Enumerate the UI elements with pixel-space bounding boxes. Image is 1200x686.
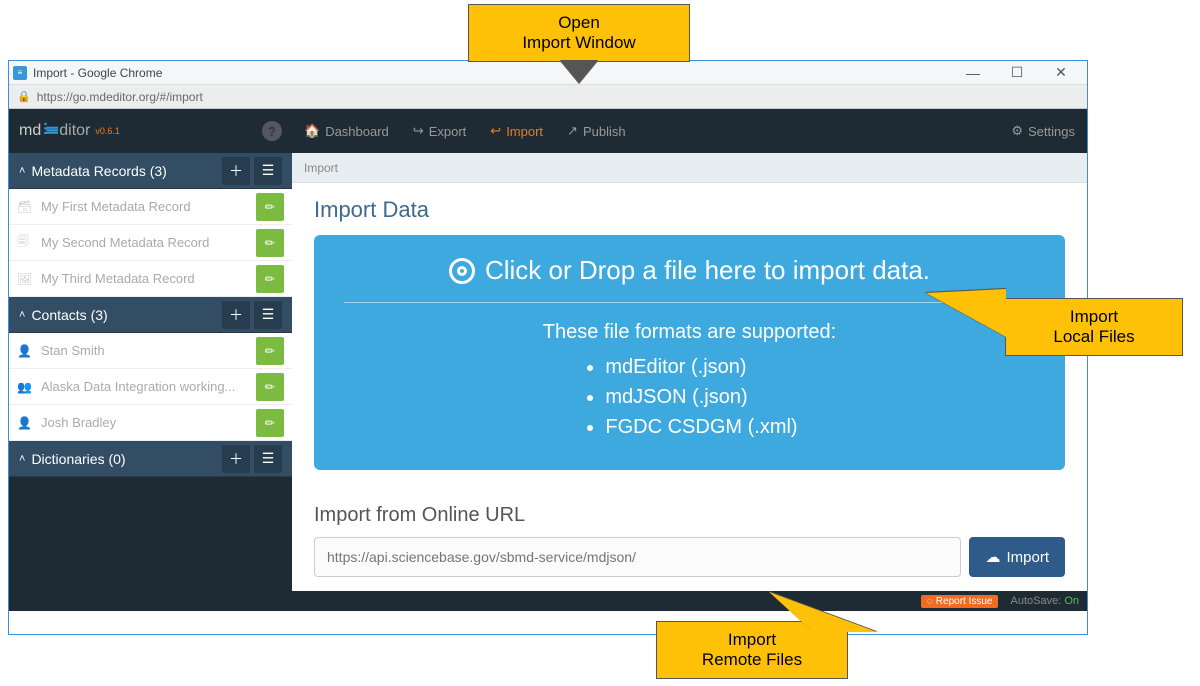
list-item[interactable]: 👤 Josh Bradley ✎ [9,405,292,441]
address-bar[interactable]: 🔒 https://go.mdeditor.org/#/import [9,85,1087,109]
users-icon: 👥 [17,380,35,394]
url-import-title: Import from Online URL [314,504,1065,527]
report-issue-button[interactable]: ◌ Report Issue [921,595,999,608]
page-title: Import Data [314,197,1065,223]
gear-icon: ⚙ [1011,123,1023,139]
list-item[interactable]: 👤 Stan Smith ✎ [9,333,292,369]
edit-button[interactable]: ✎ [256,373,284,401]
main-content: Import Import Data Click or Drop a file … [292,153,1087,591]
edit-button[interactable]: ✎ [256,229,284,257]
list-item[interactable]: 🗐 My Second Metadata Record ✎ [9,225,292,261]
import-url-button[interactable]: ☁ Import [969,537,1065,577]
lock-icon: 🔒 [17,90,31,103]
import-icon: ↩ [490,123,501,139]
url-input[interactable] [314,537,961,577]
top-nav: 🏠 Dashboard ↪ Export ↩ Import ↗ Publish [292,109,1087,153]
list-button[interactable]: ☰ [254,445,282,473]
list-button[interactable]: ☰ [254,157,282,185]
target-icon [449,258,475,284]
url-text: https://go.mdeditor.org/#/import [37,90,203,104]
edit-button[interactable]: ✎ [256,409,284,437]
logo-icon: ⫶☰ [43,122,57,140]
format-item: FGDC CSDGM (.xml) [605,412,797,442]
callout-text: Import Remote Files [673,630,831,670]
nav-export[interactable]: ↪ Export [413,123,466,139]
list-item[interactable]: 🗃 My First Metadata Record ✎ [9,189,292,225]
nav-settings[interactable]: ⚙ Settings [1011,123,1075,139]
sidebar-section-contacts[interactable]: ˄ Contacts (3) ＋ ☰ [9,297,292,333]
footer-bar: ◌ Report Issue AutoSave: On [9,591,1087,611]
dropzone-headline: Click or Drop a file here to import data… [485,255,930,286]
help-icon[interactable]: ? [262,121,282,141]
autosave-status: AutoSave: On [1010,595,1079,607]
database-icon: 🗃 [17,200,35,214]
user-icon: 👤 [17,416,35,430]
dashboard-icon: 🏠 [304,123,320,139]
list-item[interactable]: 🖼 My Third Metadata Record ✎ [9,261,292,297]
callout-open-import: Open Import Window [468,4,690,62]
format-list: mdEditor (.json) mdJSON (.json) FGDC CSD… [581,352,797,442]
sidebar-section-metadata[interactable]: ˄ Metadata Records (3) ＋ ☰ [9,153,292,189]
add-button[interactable]: ＋ [222,301,250,329]
callout-arrow [926,289,1006,337]
window-title: Import - Google Chrome [33,66,162,80]
edit-button[interactable]: ✎ [256,337,284,365]
browser-window: ≡ Import - Google Chrome — ☐ ✕ 🔒 https:/… [8,60,1088,635]
copy-icon: 🗐 [17,232,35,253]
chevron-up-icon: ˄ [19,309,25,321]
sidebar: ˄ Metadata Records (3) ＋ ☰ 🗃 My First Me… [9,153,292,591]
cloud-download-icon: ☁ [985,548,1000,566]
publish-icon: ↗ [567,123,578,139]
close-button[interactable]: ✕ [1039,64,1083,81]
maximize-button[interactable]: ☐ [995,64,1039,81]
nav-publish[interactable]: ↗ Publish [567,123,626,139]
add-button[interactable]: ＋ [222,157,250,185]
add-button[interactable]: ＋ [222,445,250,473]
minimize-button[interactable]: — [951,65,995,81]
export-icon: ↪ [413,123,424,139]
chevron-up-icon: ˄ [19,453,25,465]
user-icon: 👤 [17,344,35,358]
callout-local-files: Import Local Files [1005,298,1183,356]
breadcrumb: Import [292,153,1087,183]
image-icon: 🖼 [17,272,35,286]
list-item[interactable]: 👥 Alaska Data Integration working... ✎ [9,369,292,405]
callout-text: Open Import Window [485,13,673,53]
callout-text: Import Local Files [1022,307,1166,347]
sidebar-section-dictionaries[interactable]: ˄ Dictionaries (0) ＋ ☰ [9,441,292,477]
github-icon: ◌ [927,596,933,607]
edit-button[interactable]: ✎ [256,265,284,293]
brand-logo[interactable]: md ⫶☰ ditor v0.6.1 [19,122,120,140]
window-title-bar: ≡ Import - Google Chrome — ☐ ✕ [9,61,1087,85]
favicon-icon: ≡ [13,66,27,80]
nav-import[interactable]: ↩ Import [490,123,543,139]
chevron-up-icon: ˄ [19,165,25,177]
edit-button[interactable]: ✎ [256,193,284,221]
format-item: mdJSON (.json) [605,382,797,412]
list-button[interactable]: ☰ [254,301,282,329]
dropzone[interactable]: Click or Drop a file here to import data… [314,235,1065,470]
format-item: mdEditor (.json) [605,352,797,382]
callout-arrow [561,61,597,83]
callout-remote-files: Import Remote Files [656,621,848,679]
nav-dashboard[interactable]: 🏠 Dashboard [304,123,389,139]
